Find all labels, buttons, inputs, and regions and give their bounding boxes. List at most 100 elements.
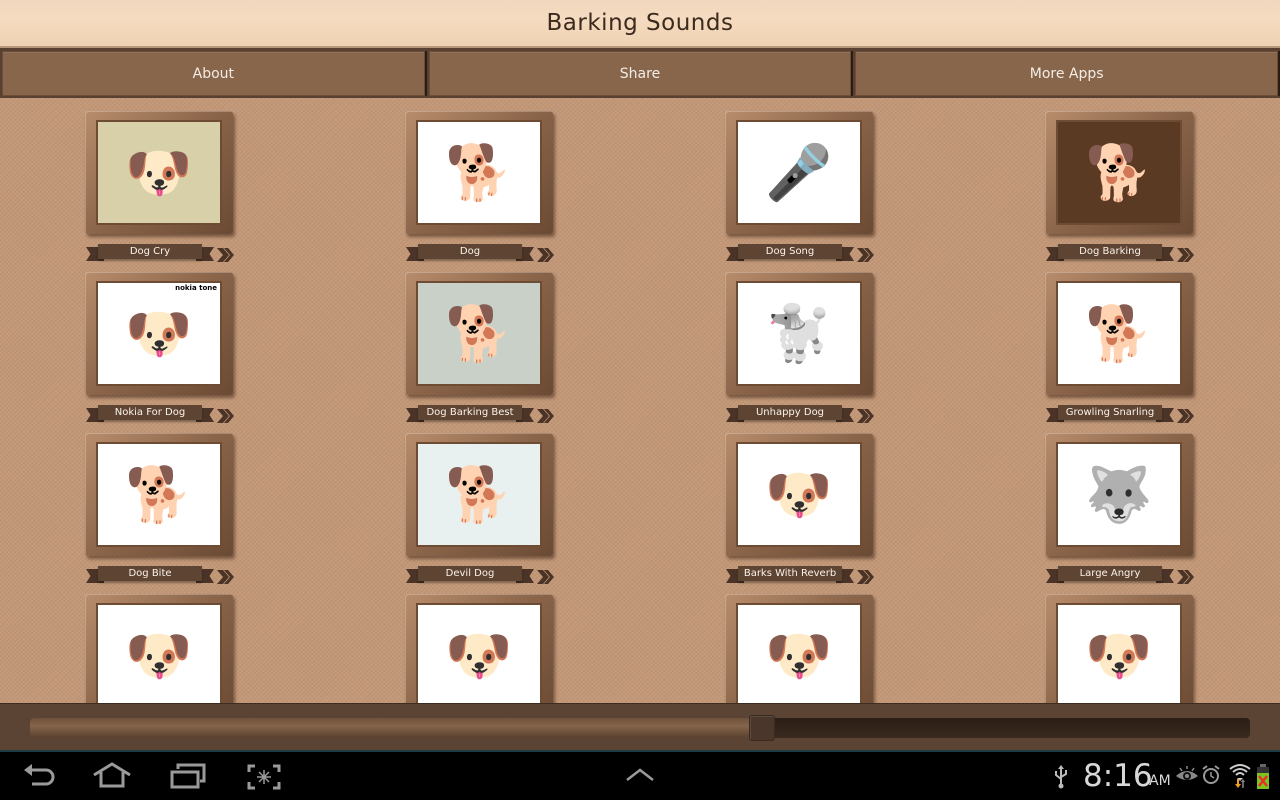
sound-item[interactable]: 🐕 Dog Barking [1040, 98, 1220, 262]
sound-thumbnail-frame[interactable]: 🐶 [725, 594, 873, 703]
sound-thumbnail: 🐶 [736, 442, 862, 547]
more-apps-button[interactable]: More Apps [855, 51, 1279, 96]
dog-photo-icon: 🐕 [98, 444, 220, 545]
sound-item[interactable]: 🐕 Dog Bite [80, 420, 260, 584]
alarm-icon [1201, 765, 1221, 789]
screenshot-icon[interactable] [247, 764, 281, 790]
system-bar: 8:16 AM [0, 752, 1280, 800]
sound-thumbnail-frame[interactable]: 🐕 [1045, 111, 1193, 234]
sound-thumbnail: 🐕 [416, 281, 542, 386]
sound-item[interactable]: 🐶 [1040, 581, 1220, 703]
sound-item[interactable]: 🐶 Barks With Reverb [720, 420, 900, 584]
title-bar: Barking Sounds [0, 0, 1280, 48]
dog-photo-icon: 🐶 [98, 283, 220, 384]
sound-item[interactable]: 🎤 Dog Song [720, 98, 900, 262]
top-nav: About Share More Apps [0, 48, 1280, 98]
sound-thumbnail-frame[interactable]: 🐕 [1045, 272, 1193, 395]
dog-photo-icon: 🐕 [418, 283, 540, 384]
battery-icon [1256, 764, 1270, 794]
sound-item[interactable]: 🐶 Dog Cry [80, 98, 260, 262]
recent-apps-icon[interactable] [170, 763, 206, 789]
sound-label: Dog Barking Best [418, 405, 522, 420]
sound-thumbnail: 🐕 [1056, 281, 1182, 386]
eye-icon [1175, 766, 1199, 788]
about-button[interactable]: About [2, 51, 425, 96]
dog-photo-icon: 🐺 [1058, 444, 1180, 545]
sound-label: Large Angry [1058, 566, 1162, 581]
sound-item[interactable]: 🐶 [720, 581, 900, 703]
dog-photo-icon: 🐶 [738, 444, 860, 545]
app-screen: Barking Sounds About Share More Apps 🐶 Do… [0, 0, 1280, 752]
sound-item[interactable]: 🐕 Growling Snarling [1040, 259, 1220, 423]
dog-photo-icon: 🎤 [738, 122, 860, 223]
dog-photo-icon: 🐩 [738, 283, 860, 384]
sound-thumbnail: 🐶 [416, 603, 542, 703]
sound-grid: 🐶 Dog Cry 🐕 Dog 🎤 Dog Song 🐕 Dog Barking 🐶 nokia … [0, 98, 1280, 703]
sound-thumbnail: 🐶 [736, 603, 862, 703]
sound-label: Dog [418, 244, 522, 259]
sound-label: Barks With Reverb [738, 566, 842, 581]
sound-thumbnail: 🐕 [416, 120, 542, 225]
sound-item[interactable]: 🐩 Unhappy Dog [720, 259, 900, 423]
app-title: Barking Sounds [546, 10, 734, 36]
sound-thumbnail: 🎤 [736, 120, 862, 225]
sound-label: Unhappy Dog [738, 405, 842, 420]
dog-photo-icon: 🐶 [1058, 605, 1180, 703]
sound-thumbnail: 🐩 [736, 281, 862, 386]
usb-icon [1053, 765, 1069, 793]
sound-thumbnail-frame[interactable]: 🐩 [725, 272, 873, 395]
sound-label: Dog Song [738, 244, 842, 259]
seek-bar[interactable] [30, 715, 1250, 741]
sound-thumbnail: 🐶 nokia tone [96, 281, 222, 386]
sound-thumbnail-frame[interactable]: 🐶 [85, 111, 233, 234]
seek-bar-thumb[interactable] [749, 715, 775, 741]
sound-thumbnail: 🐶 [96, 603, 222, 703]
dog-photo-icon: 🐶 [98, 122, 220, 223]
sound-thumbnail: 🐺 [1056, 442, 1182, 547]
sound-label: Dog Bite [98, 566, 202, 581]
clock-time[interactable]: 8:16 [1083, 758, 1153, 794]
sound-thumbnail-frame[interactable]: 🐺 [1045, 433, 1193, 556]
sound-thumbnail: 🐕 [1056, 120, 1182, 225]
dog-photo-icon: 🐶 [98, 605, 220, 703]
sound-thumbnail-frame[interactable]: 🎤 [725, 111, 873, 234]
sound-label: Growling Snarling [1058, 405, 1162, 420]
player-bar [0, 703, 1280, 752]
sound-label: Nokia For Dog [98, 405, 202, 420]
sound-thumbnail-frame[interactable]: 🐕 [405, 433, 553, 556]
sound-thumbnail-frame[interactable]: 🐶 [405, 594, 553, 703]
dog-photo-icon: 🐕 [418, 122, 540, 223]
photo-caption: nokia tone [175, 284, 217, 292]
sound-thumbnail-frame[interactable]: 🐶 [85, 594, 233, 703]
sound-item[interactable]: 🐕 Dog [400, 98, 580, 262]
sound-thumbnail-frame[interactable]: 🐶 nokia tone [85, 272, 233, 395]
sound-label: Dog Barking [1058, 244, 1162, 259]
sound-item[interactable]: 🐶 [80, 581, 260, 703]
back-icon[interactable] [22, 764, 56, 788]
sound-thumbnail-frame[interactable]: 🐶 [725, 433, 873, 556]
sound-thumbnail: 🐶 [1056, 603, 1182, 703]
sound-thumbnail-frame[interactable]: 🐕 [85, 433, 233, 556]
dog-photo-icon: 🐕 [418, 444, 540, 545]
sound-thumbnail-frame[interactable]: 🐶 [1045, 594, 1193, 703]
sound-item[interactable]: 🐕 Devil Dog [400, 420, 580, 584]
sound-thumbnail-frame[interactable]: 🐕 [405, 272, 553, 395]
clock-ampm: AM [1149, 773, 1171, 789]
sound-item[interactable]: 🐺 Large Angry [1040, 420, 1220, 584]
dog-photo-icon: 🐕 [1058, 122, 1180, 223]
sound-item[interactable]: 🐕 Dog Barking Best [400, 259, 580, 423]
sound-label: Dog Cry [98, 244, 202, 259]
sound-thumbnail: 🐕 [416, 442, 542, 547]
seek-bar-progress [30, 718, 762, 738]
sound-label: Devil Dog [418, 566, 522, 581]
up-chevron-icon[interactable] [625, 768, 655, 782]
sound-thumbnail: 🐕 [96, 442, 222, 547]
sound-item[interactable]: 🐶 nokia tone Nokia For Dog [80, 259, 260, 423]
share-button[interactable]: Share [428, 51, 852, 96]
wifi-icon [1229, 763, 1251, 793]
sound-item[interactable]: 🐶 [400, 581, 580, 703]
sound-thumbnail-frame[interactable]: 🐕 [405, 111, 553, 234]
sound-thumbnail: 🐶 [96, 120, 222, 225]
home-icon[interactable] [92, 762, 132, 788]
dog-photo-icon: 🐶 [418, 605, 540, 703]
